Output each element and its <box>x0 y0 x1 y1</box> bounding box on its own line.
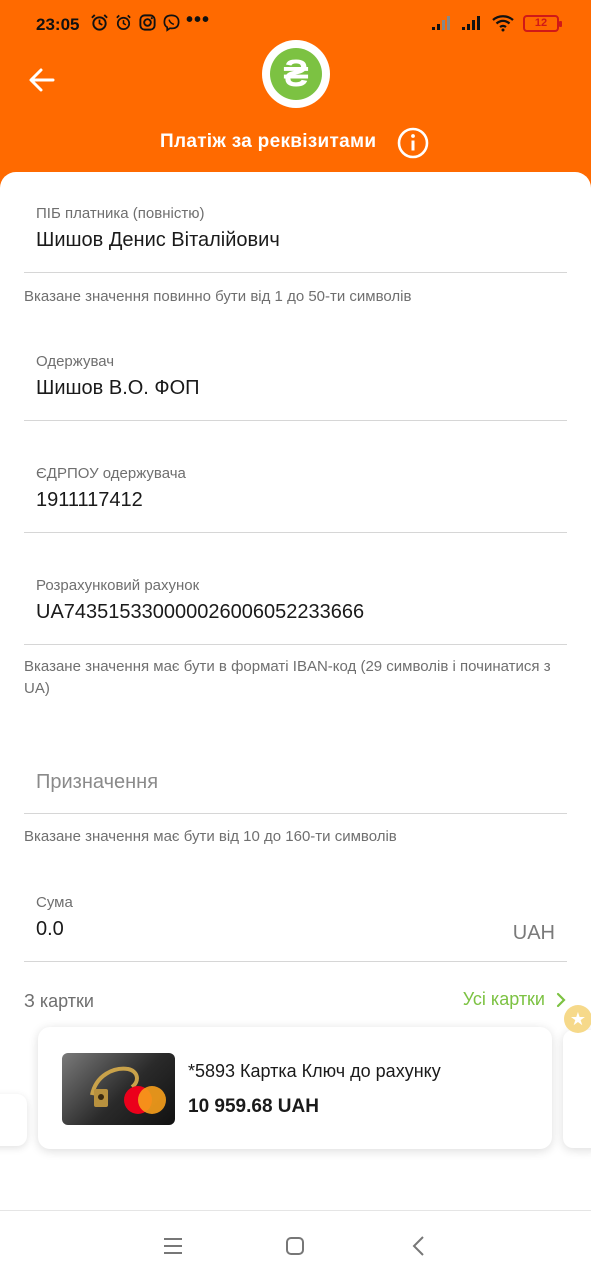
signal-icon <box>462 16 480 30</box>
viber-icon <box>163 14 180 32</box>
back-icon[interactable] <box>406 1233 432 1259</box>
info-icon[interactable] <box>396 126 430 160</box>
battery-icon: 12 <box>523 14 562 32</box>
signal-icon <box>432 16 450 30</box>
back-arrow-icon[interactable] <box>26 64 58 96</box>
menu-icon[interactable] <box>160 1233 186 1259</box>
amount-value: 0.0 <box>36 918 64 940</box>
instagram-icon <box>139 14 156 31</box>
payer-name-value: Шишов Денис Віталійович <box>36 229 280 251</box>
all-cards-link[interactable]: Усі картки <box>463 989 567 1010</box>
selected-card-tile[interactable]: *5893 Картка Ключ до рахунку 10 959.68 U… <box>38 1027 552 1149</box>
purpose-hint: Вказане значення має бути від 10 до 160-… <box>24 828 397 845</box>
app-header: 23:05 ••• 12 ₴ Платіж за реквізитами <box>0 0 591 200</box>
all-cards-label: Усі картки <box>462 989 545 1009</box>
account-field[interactable]: Розрахунковий рахунок UA7435153300000260… <box>24 544 567 645</box>
star-icon: ★ <box>564 1005 591 1033</box>
purpose-field[interactable]: Призначення <box>24 732 567 814</box>
bank-logo: ₴ <box>262 40 330 108</box>
home-icon[interactable] <box>282 1233 308 1259</box>
alarm-icon <box>91 14 108 31</box>
recipient-label: Одержувач <box>36 353 115 370</box>
account-label: Розрахунковий рахунок <box>36 577 200 594</box>
more-notifications-icon: ••• <box>186 9 211 31</box>
next-card-tile[interactable] <box>563 1030 591 1148</box>
hryvnia-logo-icon: ₴ <box>270 48 322 100</box>
recipient-field[interactable]: Одержувач Шишов В.О. ФОП <box>24 320 567 421</box>
payer-name-hint: Вказане значення повинно бути від 1 до 5… <box>24 288 412 305</box>
page-title: Платіж за реквізитами <box>160 131 377 152</box>
from-card-label: З картки <box>24 991 94 1011</box>
status-notification-icons <box>90 13 181 32</box>
purpose-placeholder: Призначення <box>36 771 159 793</box>
amount-label: Сума <box>36 894 73 911</box>
card-balance: 10 959.68 UAH <box>188 1096 319 1117</box>
edrpou-label: ЄДРПОУ одержувача <box>36 465 186 482</box>
payer-name-label: ПІБ платника (повністю) <box>36 205 205 222</box>
card-image <box>62 1053 175 1125</box>
status-time: 23:05 <box>36 15 80 34</box>
card-key-artwork-icon <box>90 1066 166 1114</box>
recipient-value: Шишов В.О. ФОП <box>36 377 200 399</box>
card-name: *5893 Картка Ключ до рахунку <box>188 1061 441 1081</box>
previous-card-tile[interactable] <box>0 1094 27 1146</box>
edrpou-field[interactable]: ЄДРПОУ одержувача 1911117412 <box>24 432 567 533</box>
payer-name-field[interactable]: ПІБ платника (повністю) Шишов Денис Віта… <box>24 172 567 273</box>
system-navigation-bar <box>0 1210 591 1280</box>
amount-field[interactable]: Сума 0.0 UAH <box>24 862 567 962</box>
amount-currency: UAH <box>512 922 555 944</box>
chevron-right-icon <box>556 992 566 1007</box>
wifi-icon <box>492 15 514 32</box>
edrpou-value: 1911117412 <box>36 489 143 511</box>
account-value: UA743515330000026006052233666 <box>36 601 365 623</box>
alarm-icon <box>116 14 131 31</box>
status-system-icons: 12 <box>431 14 562 32</box>
payment-form: ПІБ платника (повністю) Шишов Денис Віта… <box>0 172 591 1210</box>
battery-level: 12 <box>534 16 548 29</box>
account-hint: Вказане значення має бути в форматі IBAN… <box>24 658 551 697</box>
